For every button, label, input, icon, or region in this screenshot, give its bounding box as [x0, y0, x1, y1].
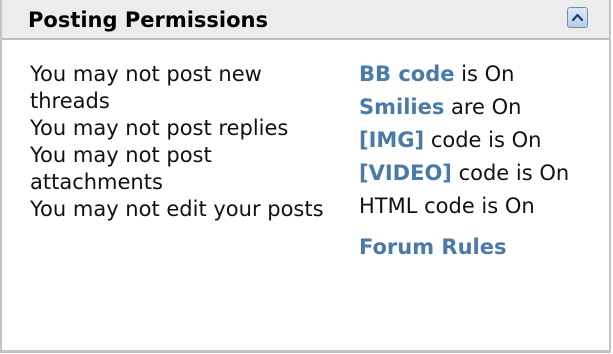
- video-code-link[interactable]: [VIDEO]: [359, 161, 452, 185]
- smilies-link[interactable]: Smilies: [359, 95, 444, 119]
- img-status: code is On: [424, 128, 542, 152]
- collapse-button[interactable]: [567, 7, 588, 28]
- smilies-status: are On: [444, 95, 522, 119]
- settings-list: BB code is On Smilies are On [IMG] code …: [359, 61, 599, 261]
- permission-replies: You may not post replies: [30, 116, 289, 140]
- permission-edit-posts: You may not edit your posts: [30, 197, 324, 221]
- smilies-setting: Smilies are On: [359, 94, 599, 121]
- video-status: code is On: [451, 161, 570, 185]
- html-setting: HTML code is On: [359, 194, 535, 218]
- panel-header: Posting Permissions: [2, 0, 609, 40]
- forum-rules-link[interactable]: Forum Rules: [359, 234, 599, 261]
- panel-title: Posting Permissions: [28, 8, 268, 32]
- permission-attachments: You may not post attachments: [30, 143, 212, 194]
- bbcode-setting: BB code is On: [359, 61, 599, 88]
- permissions-list: You may not post new threads You may not…: [30, 61, 330, 223]
- bbcode-status: is On: [454, 62, 515, 86]
- permission-new-threads: You may not post new threads: [30, 62, 262, 113]
- chevron-up-icon: [571, 13, 584, 22]
- video-setting: [VIDEO] code is On: [359, 160, 599, 187]
- bbcode-link[interactable]: BB code: [359, 62, 454, 86]
- img-code-link[interactable]: [IMG]: [359, 128, 424, 152]
- posting-permissions-panel: Posting Permissions You may not post new…: [0, 0, 611, 353]
- img-setting: [IMG] code is On: [359, 127, 599, 154]
